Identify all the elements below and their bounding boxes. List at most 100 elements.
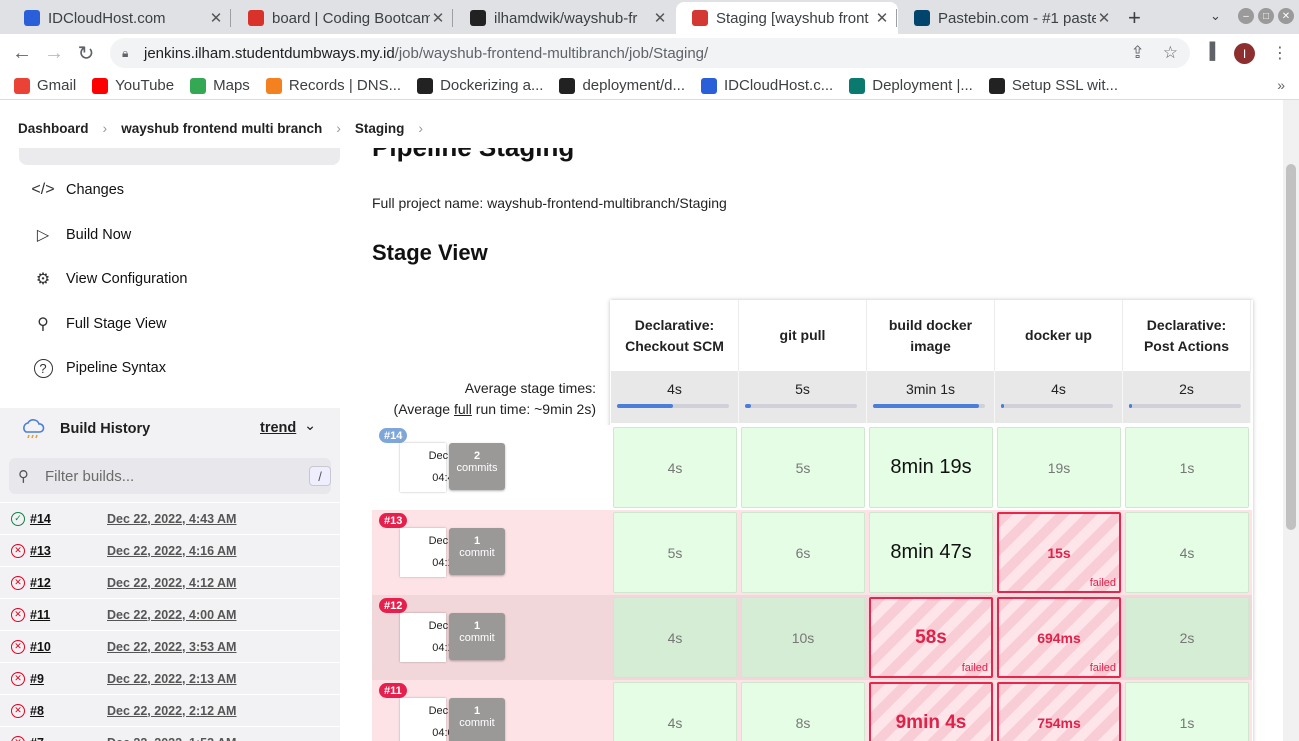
build-date-link[interactable]: Dec 22, 2022, 3:53 AM xyxy=(107,640,236,654)
close-tab-icon[interactable]: ✕ xyxy=(430,9,446,27)
close-tab-icon[interactable]: ✕ xyxy=(874,9,890,27)
sidebar-item-view-configuration[interactable]: ⚙ View Configuration xyxy=(20,259,340,299)
bookmarks-bar: Gmail YouTube Maps Records | DNS... Dockeriz… xyxy=(0,72,1299,100)
tab-search-icon[interactable]: ⌄ xyxy=(1210,8,1221,24)
stage-cell[interactable]: 2s xyxy=(1125,597,1249,678)
build-number-link[interactable]: #8 xyxy=(30,704,107,718)
build-number-link[interactable]: #12 xyxy=(30,576,107,590)
close-tab-icon[interactable]: ✕ xyxy=(1096,9,1112,27)
sidebar-item-build-now[interactable]: ▷ Build Now xyxy=(20,215,340,255)
back-icon[interactable]: ← xyxy=(8,39,36,67)
page-scrollbar[interactable] xyxy=(1283,100,1299,741)
side-panel-icon[interactable]: ▐ xyxy=(1204,43,1215,61)
stage-cell[interactable]: 1s xyxy=(1125,682,1249,741)
build-date-link[interactable]: Dec 22, 2022, 2:12 AM xyxy=(107,704,236,718)
stage-cell[interactable]: 15s failed xyxy=(997,512,1121,593)
bookmark-item[interactable]: IDCloudHost.c... xyxy=(701,77,833,94)
stage-cell[interactable]: 4s xyxy=(613,597,737,678)
failed-icon: ✕ xyxy=(11,607,25,622)
browser-tab[interactable]: board | Coding Bootcamp ✕ xyxy=(232,2,454,34)
breadcrumb-staging[interactable]: Staging xyxy=(355,121,405,136)
stage-cell[interactable]: 8s xyxy=(741,682,865,741)
bookmark-item[interactable]: deployment/d... xyxy=(559,77,685,94)
stage-cell[interactable]: 754msfailed xyxy=(997,682,1121,741)
browser-tab[interactable]: Staging [wayshub front ✕ xyxy=(676,2,898,34)
close-tab-icon[interactable]: ✕ xyxy=(652,9,668,27)
failed-icon: ✕ xyxy=(11,703,25,718)
commits-box[interactable]: 1 commit xyxy=(449,698,505,741)
minimize-icon[interactable]: – xyxy=(1238,8,1254,24)
build-badge[interactable]: #12 xyxy=(379,598,408,613)
breadcrumb-multibranch[interactable]: wayshub frontend multi branch xyxy=(121,121,322,136)
build-number-link[interactable]: #14 xyxy=(30,512,107,526)
browser-tab[interactable]: ilhamdwik/wayshub-fr ✕ xyxy=(454,2,676,34)
stage-cell[interactable]: 6s xyxy=(741,512,865,593)
chevron-down-icon[interactable]: ⌄ xyxy=(304,418,316,434)
average-stage-times-label: Average stage times: (Average full run t… xyxy=(380,378,596,420)
stage-cell[interactable]: 19s xyxy=(997,427,1121,508)
build-number-link[interactable]: #7 xyxy=(30,736,107,741)
stage-cell[interactable]: 10s xyxy=(741,597,865,678)
build-badge[interactable]: #14 xyxy=(379,428,408,443)
star-icon[interactable]: ☆ xyxy=(1163,43,1178,63)
build-badge[interactable]: #13 xyxy=(379,513,408,528)
breadcrumb-dashboard[interactable]: Dashboard xyxy=(18,121,89,136)
profile-avatar[interactable]: I xyxy=(1234,43,1255,64)
build-date-link[interactable]: Dec 22, 2022, 1:53 AM xyxy=(107,736,236,741)
build-number-link[interactable]: #13 xyxy=(30,544,107,558)
build-number-link[interactable]: #9 xyxy=(30,672,107,686)
bookmark-item[interactable]: Maps xyxy=(190,77,250,94)
sidebar-item-pipeline-syntax[interactable]: ? Pipeline Syntax xyxy=(20,348,340,388)
sidebar-item-changes[interactable]: </> Changes xyxy=(20,170,340,210)
close-tab-icon[interactable]: ✕ xyxy=(208,9,224,27)
forward-icon[interactable]: → xyxy=(40,39,68,67)
commits-box[interactable]: 1 commit xyxy=(449,528,505,575)
close-window-icon[interactable]: ✕ xyxy=(1278,8,1294,24)
build-date-link[interactable]: Dec 22, 2022, 4:00 AM xyxy=(107,608,236,622)
browser-tab[interactable]: Pastebin.com - #1 paste ✕ xyxy=(898,2,1120,34)
bookmark-item[interactable]: YouTube xyxy=(92,77,174,94)
menu-icon[interactable]: ⋮ xyxy=(1272,43,1288,63)
build-date-link[interactable]: Dec 22, 2022, 4:43 AM xyxy=(107,512,236,526)
bookmark-item[interactable]: Setup SSL wit... xyxy=(988,77,1118,94)
stage-cell[interactable]: 694ms failed xyxy=(997,597,1121,678)
more-bookmarks-icon[interactable]: » xyxy=(1277,77,1285,93)
share-icon[interactable]: ⇪ xyxy=(1131,43,1145,63)
bookmark-item[interactable]: Deployment |... xyxy=(849,77,973,94)
build-badge[interactable]: #11 xyxy=(379,683,407,698)
trend-link[interactable]: trend xyxy=(260,420,296,436)
sidebar-item-full-stage-view[interactable]: ⚲ Full Stage View xyxy=(20,304,340,344)
bookmark-label: YouTube xyxy=(115,77,175,94)
stage-cell[interactable]: 1s xyxy=(1125,427,1249,508)
full-run-link[interactable]: full xyxy=(454,401,472,417)
run-date-box: Dec 22 04:16 xyxy=(400,528,463,577)
stage-cell[interactable]: 4s xyxy=(1125,512,1249,593)
filter-builds-input[interactable]: Filter builds... xyxy=(9,458,331,494)
build-date-link[interactable]: Dec 22, 2022, 4:16 AM xyxy=(107,544,236,558)
build-date-link[interactable]: Dec 22, 2022, 4:12 AM xyxy=(107,576,236,590)
bookmark-item[interactable]: Records | DNS... xyxy=(265,77,401,94)
browser-tab[interactable]: IDCloudHost.com ✕ xyxy=(8,2,232,34)
commits-box[interactable]: 2 commits xyxy=(449,443,505,490)
build-number-link[interactable]: #11 xyxy=(30,608,107,622)
build-number-link[interactable]: #10 xyxy=(30,640,107,654)
avg-label-pre: (Average xyxy=(393,401,454,417)
bookmark-item[interactable]: Gmail xyxy=(14,77,76,94)
stage-cell[interactable]: 5s xyxy=(741,427,865,508)
new-tab-button[interactable]: + xyxy=(1128,5,1141,31)
commits-box[interactable]: 1 commit xyxy=(449,613,505,660)
stage-cell[interactable]: 4s xyxy=(613,427,737,508)
stage-cell[interactable]: 8min 47s xyxy=(869,512,993,593)
build-date-link[interactable]: Dec 22, 2022, 2:13 AM xyxy=(107,672,236,686)
stage-cell[interactable]: 58s failed xyxy=(869,597,993,678)
stage-cell[interactable]: 8min 19s xyxy=(869,427,993,508)
maximize-icon[interactable]: □ xyxy=(1258,8,1274,24)
stage-cell[interactable]: 9min 4sfailed xyxy=(869,682,993,741)
stage-cell[interactable]: 5s xyxy=(613,512,737,593)
stage-cell[interactable]: 4s xyxy=(613,682,737,741)
stage-duration: 4s xyxy=(1179,544,1195,561)
bookmark-item[interactable]: Dockerizing a... xyxy=(417,77,543,94)
address-bar[interactable]: 🔒︎ jenkins.ilham.studentdumbways.my.id/j… xyxy=(110,38,1190,68)
reload-icon[interactable]: ↻ xyxy=(72,39,100,67)
scrollbar-thumb[interactable] xyxy=(1286,164,1296,530)
